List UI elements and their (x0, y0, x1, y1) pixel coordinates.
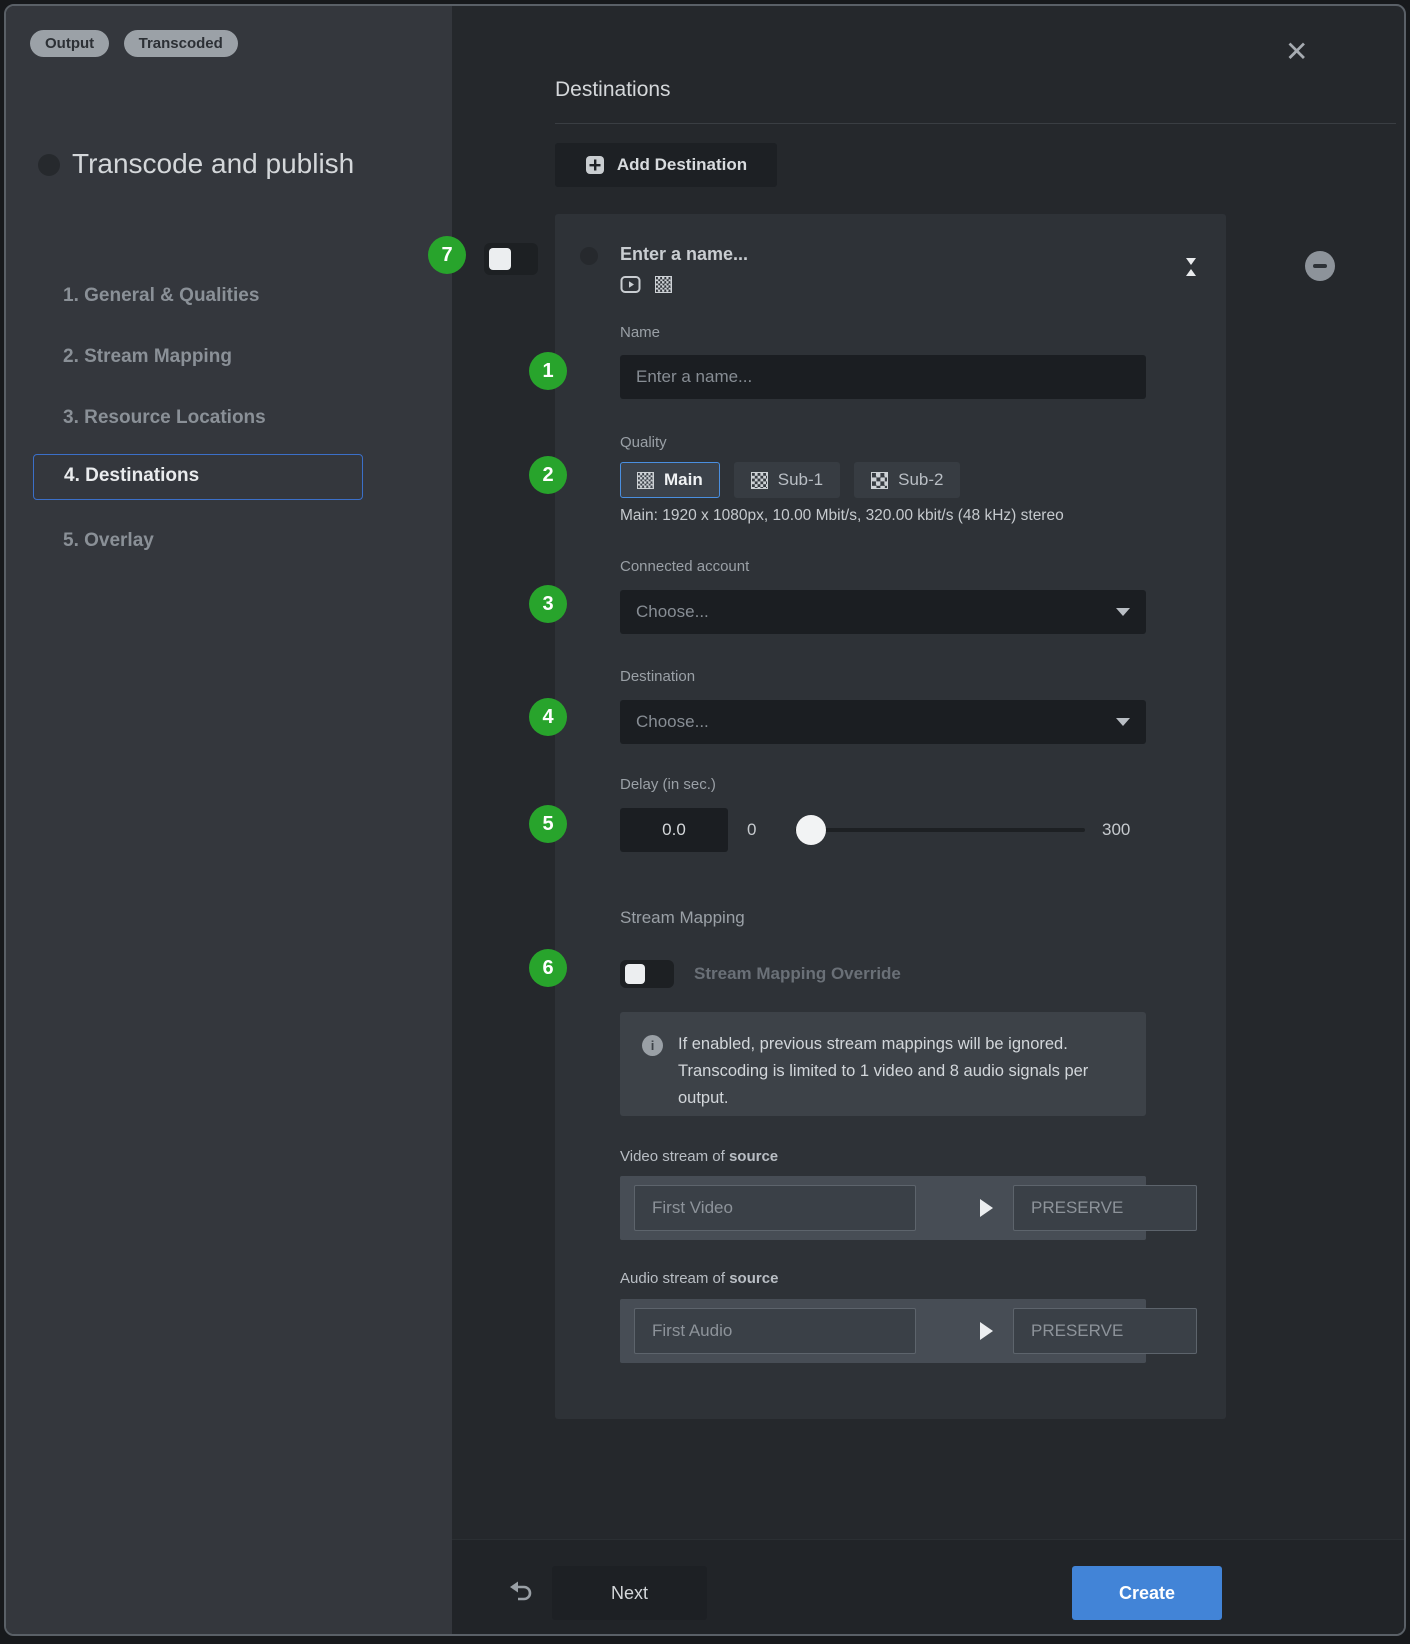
connected-account-dropdown[interactable]: Choose... (620, 590, 1146, 634)
wizard-sidebar: Output Transcoded Transcode and publish … (6, 6, 452, 1634)
quality-info-text: Main: 1920 x 1080px, 10.00 Mbit/s, 320.0… (620, 507, 1064, 525)
panel-title: Destinations (555, 78, 671, 102)
delay-slider-thumb[interactable] (796, 815, 826, 845)
checker-fine-icon (637, 472, 654, 489)
footer-bar: Next Create (452, 1539, 1404, 1634)
destination-status-dot (580, 247, 598, 265)
quality-sub1-label: Sub-1 (778, 470, 823, 490)
badge-row: Output Transcoded (30, 30, 248, 57)
sidebar-step-destinations-box[interactable]: 4. Destinations (33, 454, 363, 500)
destination-value: Choose... (636, 712, 709, 732)
video-stream-label-prefix: Video stream of (620, 1148, 729, 1165)
audio-target-select[interactable]: PRESERVE (1013, 1308, 1197, 1354)
video-stream-label: Video stream of source (620, 1148, 778, 1165)
info-icon: i (642, 1035, 663, 1056)
audio-source-select[interactable]: First Audio (634, 1308, 916, 1354)
create-button-label: Create (1119, 1583, 1175, 1603)
toggle-knob (489, 248, 511, 270)
video-mapping-row: First Video PRESERVE (620, 1176, 1146, 1240)
video-target-select[interactable]: PRESERVE (1013, 1185, 1197, 1231)
chevron-down-icon (1116, 718, 1130, 726)
stream-mapping-override-toggle[interactable] (620, 960, 674, 988)
remove-destination-button[interactable] (1305, 251, 1335, 281)
destination-dropdown[interactable]: Choose... (620, 700, 1146, 744)
wizard-status-dot (38, 154, 60, 176)
connected-account-value: Choose... (636, 602, 709, 622)
sidebar-step-overlay[interactable]: 5. Overlay (63, 530, 154, 552)
name-placeholder: Enter a name... (636, 367, 752, 387)
stream-mapping-override-label: Stream Mapping Override (694, 964, 901, 984)
video-target-value: PRESERVE (1031, 1198, 1123, 1218)
annotation-4: 4 (529, 698, 567, 736)
quality-main-label: Main (664, 470, 703, 490)
checker-medium-icon (751, 472, 768, 489)
delay-input[interactable]: 0.0 (620, 808, 728, 852)
quality-sub1-button[interactable]: Sub-1 (734, 462, 840, 498)
audio-mapping-row: First Audio PRESERVE (620, 1299, 1146, 1363)
audio-source-value: First Audio (652, 1321, 732, 1341)
create-button[interactable]: Create (1072, 1566, 1222, 1620)
output-badge: Output (30, 30, 109, 57)
transcode-publish-modal: Output Transcoded Transcode and publish … (4, 4, 1406, 1636)
destination-card: Enter a name... Name Enter a name... (555, 214, 1226, 1419)
screen: Output Transcoded Transcode and publish … (0, 0, 1410, 1644)
destination-card-title: Enter a name... (620, 244, 748, 265)
destination-enable-toggle[interactable] (484, 243, 538, 275)
delay-value: 0.0 (662, 820, 686, 840)
close-icon[interactable]: ✕ (1285, 38, 1308, 66)
add-destination-label: Add Destination (617, 155, 747, 175)
transcoded-badge: Transcoded (124, 30, 238, 57)
map-arrow-icon (980, 1322, 993, 1340)
sidebar-step-resource-locations[interactable]: 3. Resource Locations (63, 407, 266, 429)
delay-label: Delay (in sec.) (620, 776, 716, 793)
stream-mapping-info-box: i If enabled, previous stream mappings w… (620, 1012, 1146, 1116)
delay-min-label: 0 (747, 820, 756, 840)
audio-stream-label-source: source (729, 1270, 778, 1287)
name-input[interactable]: Enter a name... (620, 355, 1146, 399)
name-label: Name (620, 324, 660, 341)
quality-button-group: Main Sub-1 Sub-2 (620, 462, 960, 498)
video-source-select[interactable]: First Video (634, 1185, 916, 1231)
annotation-3: 3 (529, 585, 567, 623)
connected-account-label: Connected account (620, 558, 749, 575)
audio-stream-label: Audio stream of source (620, 1270, 778, 1287)
chevron-down-icon (1116, 608, 1130, 616)
video-output-icon (620, 274, 641, 295)
panel-divider (555, 123, 1396, 124)
quality-sub2-button[interactable]: Sub-2 (854, 462, 960, 498)
map-arrow-icon (980, 1199, 993, 1217)
quality-sub2-label: Sub-2 (898, 470, 943, 490)
stream-mapping-section-title: Stream Mapping (620, 908, 745, 928)
checker-coarse-icon (871, 472, 888, 489)
stream-mapping-info-text: If enabled, previous stream mappings wil… (678, 1031, 1126, 1112)
annotation-1: 1 (529, 352, 567, 390)
annotation-5: 5 (529, 805, 567, 843)
minus-icon (1313, 264, 1327, 268)
wizard-title: Transcode and publish (72, 148, 354, 180)
quality-main-icon (655, 276, 672, 293)
toggle-knob (625, 964, 645, 984)
destination-label: Destination (620, 668, 695, 685)
video-source-value: First Video (652, 1198, 733, 1218)
undo-icon[interactable] (508, 1581, 534, 1610)
collapse-card-icon[interactable] (1184, 254, 1198, 285)
annotation-6: 6 (529, 949, 567, 987)
quality-label: Quality (620, 434, 667, 451)
add-destination-button[interactable]: Add Destination (555, 143, 777, 187)
sidebar-step-general-qualities[interactable]: 1. General & Qualities (63, 285, 259, 307)
sidebar-step-destinations[interactable]: 4. Destinations (64, 465, 362, 487)
annotation-2: 2 (529, 456, 567, 494)
delay-slider-track[interactable] (795, 828, 1085, 832)
next-button[interactable]: Next (552, 1566, 707, 1620)
plus-square-icon (585, 155, 605, 175)
audio-stream-label-prefix: Audio stream of (620, 1270, 729, 1287)
destination-type-icons (620, 274, 672, 295)
audio-target-value: PRESERVE (1031, 1321, 1123, 1341)
delay-max-label: 300 (1102, 820, 1130, 840)
quality-main-button[interactable]: Main (620, 462, 720, 498)
annotation-7: 7 (428, 236, 466, 274)
next-button-label: Next (611, 1583, 648, 1604)
video-stream-label-source: source (729, 1148, 778, 1165)
sidebar-step-stream-mapping[interactable]: 2. Stream Mapping (63, 346, 232, 368)
